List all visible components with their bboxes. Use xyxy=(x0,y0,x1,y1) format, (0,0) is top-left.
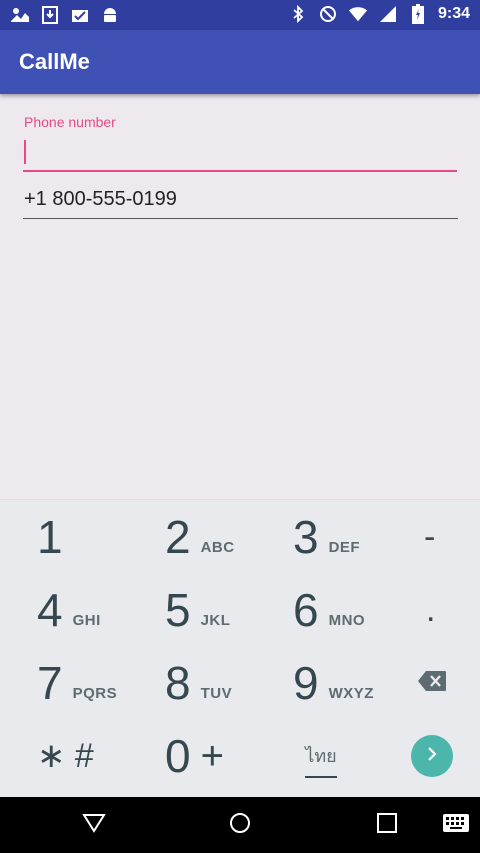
key-star-hash[interactable]: ∗ # xyxy=(37,719,165,793)
key-digit: 1 xyxy=(37,511,63,563)
go-button[interactable] xyxy=(411,735,453,777)
phone-number-label: Phone number xyxy=(24,114,116,130)
status-right-icons: 9:34 xyxy=(288,4,470,24)
key-symbol: ∗ # xyxy=(37,737,94,775)
key-digit: 7 xyxy=(37,657,63,709)
key-letters: WXYZ xyxy=(328,684,374,702)
signal-icon xyxy=(378,4,398,24)
key-letters: + xyxy=(200,734,224,778)
backspace-icon xyxy=(417,670,447,697)
key-letters: ABC xyxy=(200,538,235,556)
app-title: CallMe xyxy=(19,49,90,74)
key-digit: 6 xyxy=(293,584,319,636)
second-phone-field[interactable]: +1 800-555-0199 xyxy=(23,182,458,219)
key-letters: GHI xyxy=(72,611,101,629)
language-switch[interactable]: ไทย xyxy=(304,722,338,796)
recents-icon xyxy=(377,812,397,838)
key-letters: MNO xyxy=(328,611,366,629)
home-button[interactable] xyxy=(225,810,255,840)
key-dot[interactable]: . xyxy=(426,573,466,647)
key-6[interactable]: 6 MNO xyxy=(293,573,421,647)
app-bar: CallMe xyxy=(0,30,480,94)
key-dash[interactable]: - xyxy=(424,500,464,574)
recents-button[interactable] xyxy=(372,810,402,840)
key-digit: 3 xyxy=(293,511,319,563)
back-button[interactable] xyxy=(79,810,109,840)
status-bar: 9:34 xyxy=(0,0,480,30)
keyboard-switch-button[interactable] xyxy=(442,810,470,840)
key-letters: PQRS xyxy=(72,684,118,702)
do-not-disturb-icon xyxy=(318,4,338,24)
key-symbol: - xyxy=(424,517,436,556)
language-label: ไทย xyxy=(305,745,337,767)
key-digit: 8 xyxy=(165,657,191,709)
battery-icon xyxy=(408,4,428,24)
key-8[interactable]: 8 TUV xyxy=(165,646,293,720)
key-digit: 4 xyxy=(37,584,63,636)
key-1[interactable]: 1 xyxy=(37,500,165,574)
key-5[interactable]: 5 JKL xyxy=(165,573,293,647)
key-digit: 0 xyxy=(165,730,191,782)
wifi-icon xyxy=(348,4,368,24)
key-3[interactable]: 3 DEF xyxy=(293,500,421,574)
language-underline xyxy=(305,775,337,778)
back-icon xyxy=(82,813,106,838)
key-0[interactable]: 0 + xyxy=(165,719,293,793)
backspace-button[interactable] xyxy=(417,646,447,720)
status-time: 9:34 xyxy=(437,5,470,22)
key-4[interactable]: 4 GHI xyxy=(37,573,165,647)
key-symbol: . xyxy=(426,590,436,629)
android-icon xyxy=(100,5,120,25)
notification-icon xyxy=(10,5,30,25)
checklist-icon xyxy=(70,5,90,25)
key-digit: 2 xyxy=(165,511,191,563)
key-7[interactable]: 7 PQRS xyxy=(37,646,165,720)
key-digit: 9 xyxy=(293,657,319,709)
key-9[interactable]: 9 WXYZ xyxy=(293,646,421,720)
key-2[interactable]: 2 ABC xyxy=(165,500,293,574)
status-left-icons xyxy=(10,5,120,25)
keyboard-icon xyxy=(443,813,469,837)
home-icon xyxy=(229,812,251,839)
key-letters: TUV xyxy=(200,684,233,702)
key-letters: JKL xyxy=(200,611,231,629)
phone-number-input[interactable] xyxy=(23,136,457,172)
text-cursor xyxy=(24,140,26,164)
navigation-bar xyxy=(0,797,480,853)
bluetooth-icon xyxy=(288,4,308,24)
chevron-right-icon xyxy=(426,746,438,766)
key-digit: 5 xyxy=(165,584,191,636)
key-letters: DEF xyxy=(328,538,361,556)
download-icon xyxy=(40,5,60,25)
